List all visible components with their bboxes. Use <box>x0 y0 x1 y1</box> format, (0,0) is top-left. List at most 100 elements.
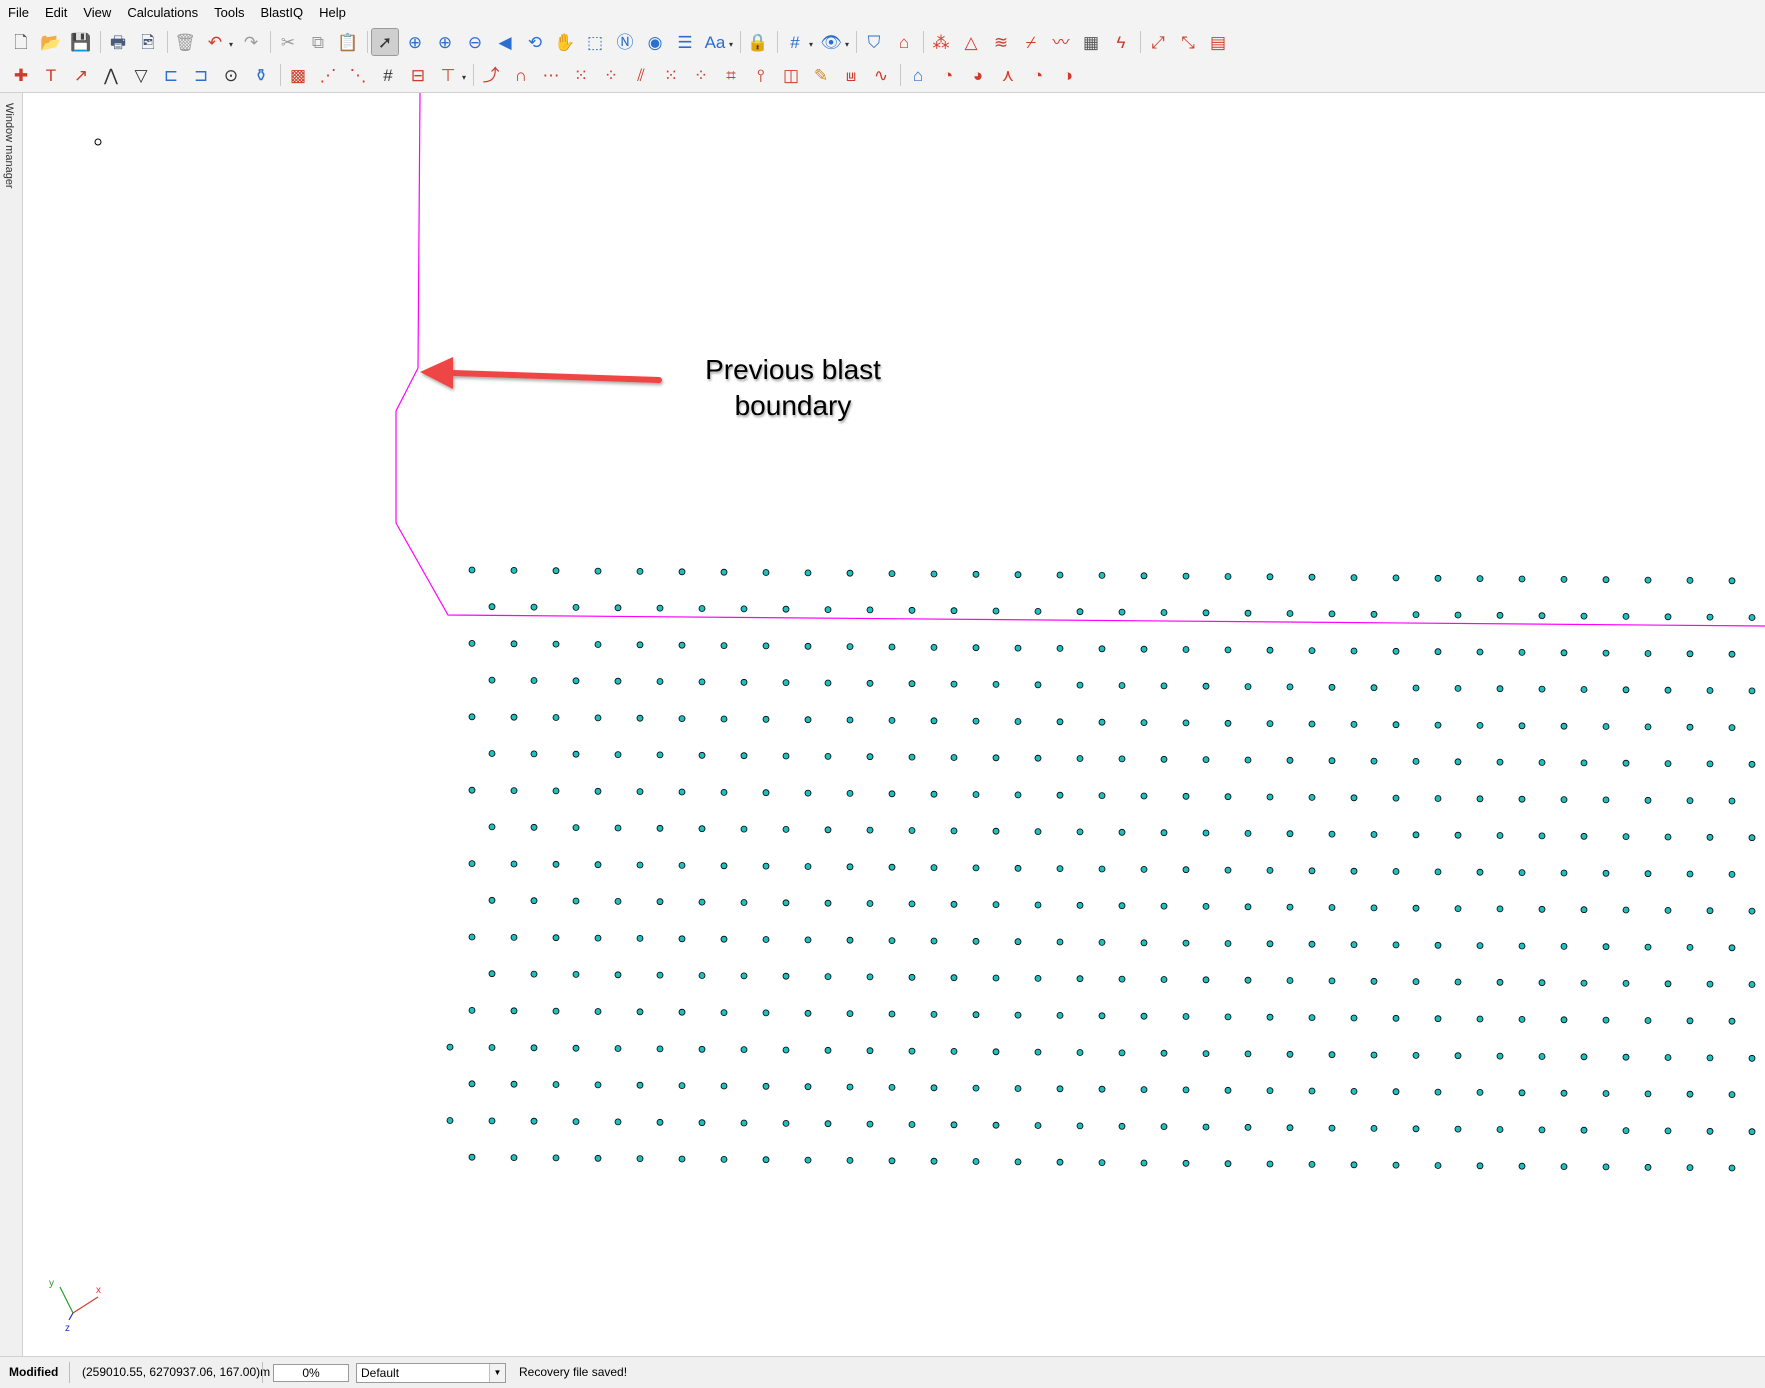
blast-hole[interactable] <box>762 642 770 650</box>
blast-hole[interactable] <box>1014 718 1022 725</box>
blast-hole[interactable] <box>572 750 580 758</box>
blast-hole[interactable] <box>930 1011 938 1018</box>
blast-hole[interactable] <box>1728 650 1736 658</box>
blast-hole[interactable] <box>804 716 812 724</box>
blast-hole[interactable] <box>1728 797 1736 805</box>
blast-hole[interactable] <box>740 1046 748 1053</box>
blast-hole[interactable] <box>1728 1017 1736 1025</box>
blast-hole[interactable] <box>972 717 980 725</box>
blast-hole[interactable] <box>720 568 728 576</box>
blast-hole[interactable] <box>908 1047 916 1055</box>
blast-hole[interactable] <box>950 754 958 761</box>
blast-hole[interactable] <box>1308 1014 1316 1021</box>
blast-hole[interactable] <box>530 750 538 758</box>
blast-hole[interactable] <box>908 753 916 761</box>
blast-hole[interactable] <box>972 570 980 578</box>
blast-hole[interactable] <box>1202 609 1210 617</box>
dimension-123-icon[interactable]: ⊐ <box>188 62 214 88</box>
blast-hole[interactable] <box>1518 1162 1526 1170</box>
blast-hole[interactable] <box>594 641 602 648</box>
blast-hole[interactable] <box>1266 1160 1274 1168</box>
window-manager-panel[interactable]: Window manager <box>0 93 23 1356</box>
blast-hole[interactable] <box>1308 1161 1316 1168</box>
blast-hole[interactable] <box>846 1083 854 1091</box>
blast-hole[interactable] <box>614 971 622 979</box>
blast-hole[interactable] <box>908 973 916 981</box>
blast-hole[interactable] <box>530 897 538 905</box>
firing-icon[interactable]: ϟ <box>1108 29 1134 55</box>
blast-hole[interactable] <box>1266 867 1274 874</box>
blast-hole[interactable] <box>1350 794 1358 802</box>
blast-hole[interactable] <box>1308 720 1316 728</box>
dropdown-arrow-icon[interactable]: ▾ <box>809 40 813 49</box>
north-view-icon[interactable]: Ⓝ <box>612 29 638 55</box>
hole-design-icon[interactable]: ⊟ <box>405 62 431 88</box>
blast-hole[interactable] <box>1098 792 1106 799</box>
blast-hole[interactable] <box>1434 1088 1442 1096</box>
blast-hole[interactable] <box>804 1009 812 1017</box>
blast-hole[interactable] <box>1686 944 1694 951</box>
burden-spacing-icon[interactable]: ⁂ <box>928 29 954 55</box>
snap-grid-icon[interactable]: # <box>782 29 808 55</box>
blast-hole[interactable] <box>1664 760 1672 767</box>
blast-hole[interactable] <box>1580 612 1588 620</box>
blast-hole[interactable] <box>1370 757 1378 765</box>
blast-hole[interactable] <box>1182 719 1190 727</box>
blast-hole[interactable] <box>1160 829 1168 837</box>
blast-hole[interactable] <box>678 788 686 796</box>
blast-hole[interactable] <box>1412 904 1420 912</box>
blast-hole[interactable] <box>762 1009 770 1017</box>
blast-hole[interactable] <box>1476 868 1484 876</box>
blast-hole[interactable] <box>1538 832 1546 840</box>
blast-hole[interactable] <box>1412 978 1420 985</box>
blast-hole[interactable] <box>782 1046 790 1054</box>
blast-hole[interactable] <box>1370 904 1378 912</box>
blast-hole[interactable] <box>846 716 854 724</box>
blast-hole[interactable] <box>992 1048 1000 1056</box>
blast-hole[interactable] <box>1118 1049 1126 1057</box>
blast-hole[interactable] <box>1118 755 1126 763</box>
blast-hole[interactable] <box>488 603 496 611</box>
blast-hole[interactable] <box>1202 1050 1210 1057</box>
blast-hole[interactable] <box>636 641 644 649</box>
blast-hole[interactable] <box>1560 1016 1568 1024</box>
blast-hole[interactable] <box>1664 686 1672 694</box>
home-view-icon[interactable]: ⌂ <box>905 62 931 88</box>
blast-hole[interactable] <box>1140 1159 1148 1167</box>
blast-hole[interactable] <box>1622 613 1630 620</box>
blast-hole[interactable] <box>1476 648 1484 656</box>
blast-hole[interactable] <box>698 1045 706 1053</box>
arrow-tool-icon[interactable]: ↗ <box>68 62 94 88</box>
blast-hole[interactable] <box>1182 1013 1190 1020</box>
blast-hole[interactable] <box>698 825 706 833</box>
blast-hole[interactable] <box>866 826 874 834</box>
blast-hole[interactable] <box>1202 756 1210 763</box>
blast-hole[interactable] <box>1244 683 1252 690</box>
blast-hole[interactable] <box>1244 830 1252 837</box>
blast-hole[interactable] <box>1266 793 1274 801</box>
blast-hole[interactable] <box>824 826 832 834</box>
blast-hole[interactable] <box>1748 1128 1756 1136</box>
menu-calculations[interactable]: Calculations <box>119 0 206 25</box>
blast-hole[interactable] <box>530 677 538 684</box>
blast-hole[interactable] <box>908 827 916 834</box>
blast-hole[interactable] <box>1308 867 1316 875</box>
tie-up-icon[interactable]: ⤢ <box>1145 29 1171 55</box>
blast-hole[interactable] <box>950 827 958 835</box>
blast-hole[interactable] <box>1644 1017 1652 1024</box>
blast-hole[interactable] <box>488 676 496 684</box>
blast-hole[interactable] <box>1308 647 1316 654</box>
blast-hole[interactable] <box>1350 1161 1358 1169</box>
blast-hole[interactable] <box>1098 718 1106 726</box>
layers-icon[interactable]: ☰ <box>672 29 698 55</box>
polyline-icon[interactable]: ⋀ <box>98 62 124 88</box>
blast-hole[interactable] <box>594 787 602 795</box>
blast-hole[interactable] <box>552 1007 560 1015</box>
zoom-window-icon[interactable]: ⬚ <box>582 29 608 55</box>
blast-hole[interactable] <box>1622 1127 1630 1134</box>
blast-hole[interactable] <box>1392 941 1400 949</box>
paste-icon[interactable]: 📋 <box>335 29 361 55</box>
arch-icon[interactable]: ∩ <box>508 62 534 88</box>
blast-hole[interactable] <box>1496 611 1504 619</box>
blast-hole[interactable] <box>1098 1085 1106 1093</box>
